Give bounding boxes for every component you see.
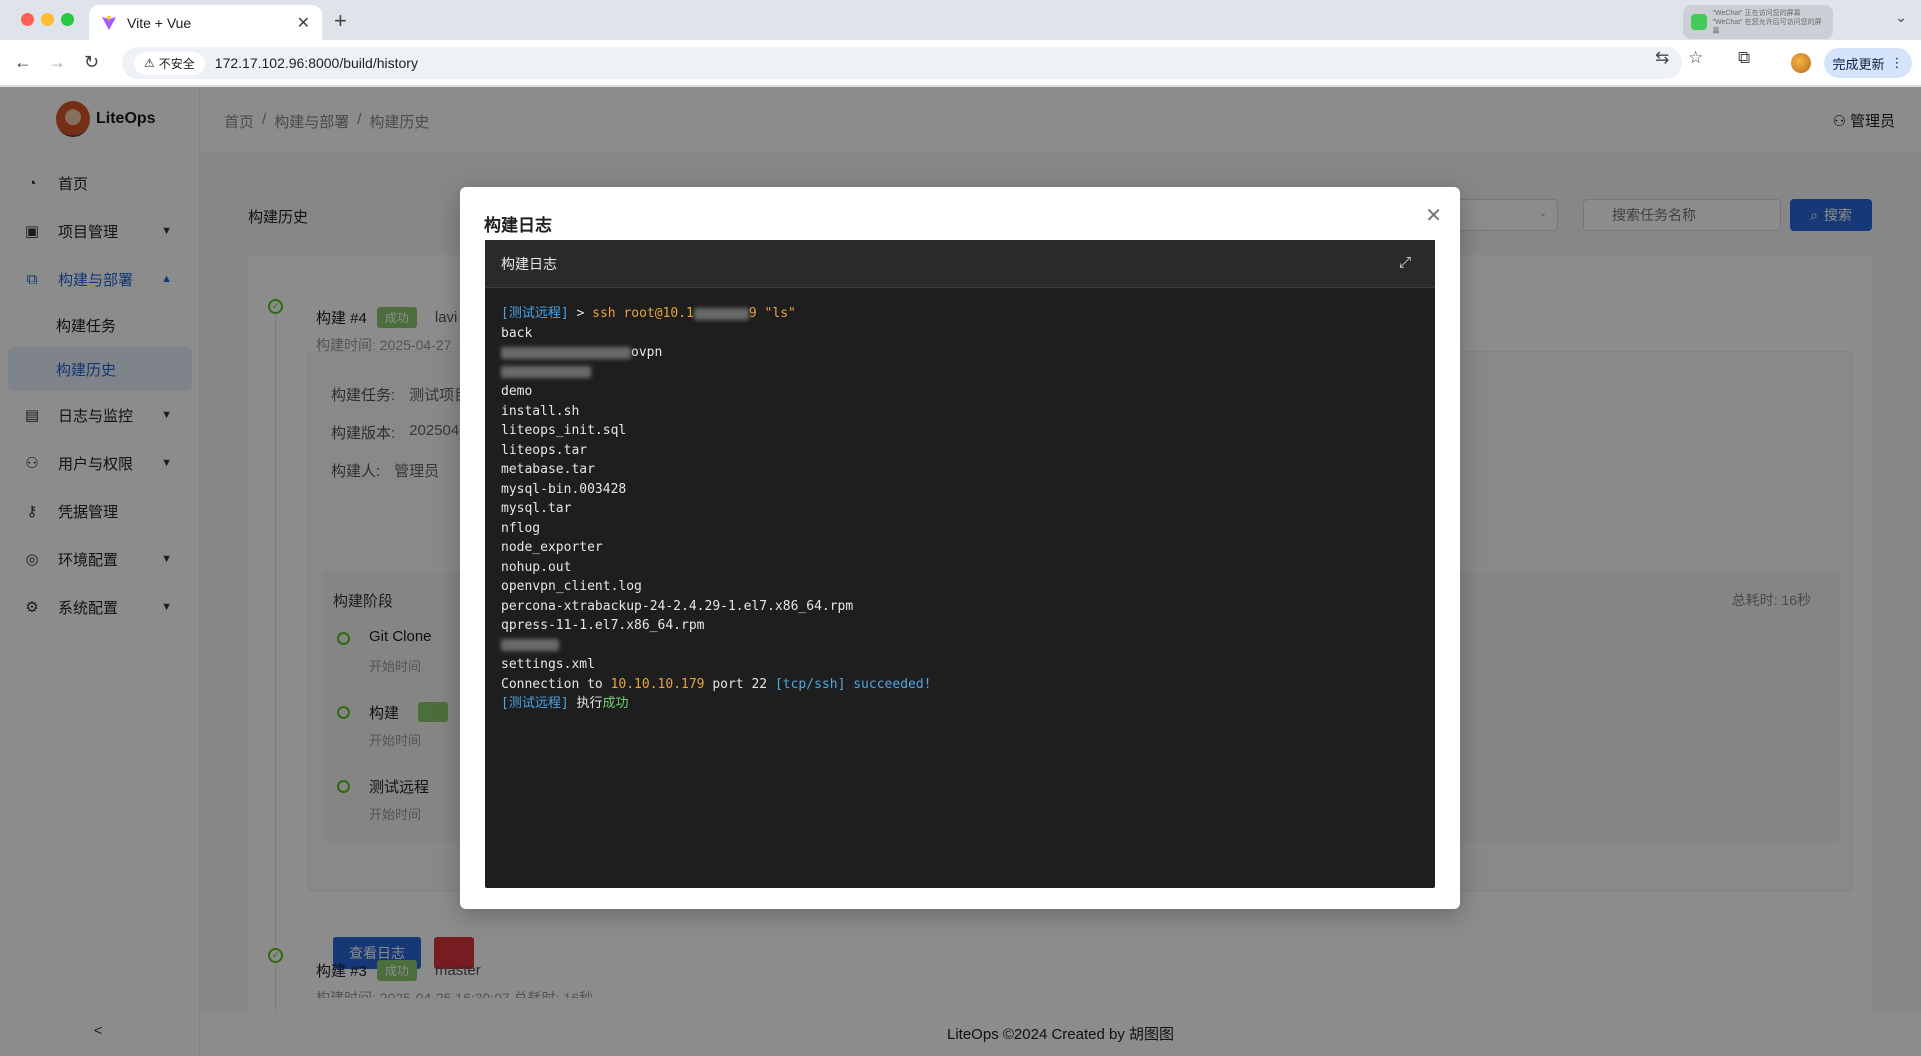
url-text: 172.17.102.96:8000/build/history (214, 55, 418, 71)
log-line: ovpn (501, 343, 1419, 363)
window-close-button[interactable] (21, 13, 34, 26)
tab-close-icon[interactable]: ✕ (297, 13, 310, 33)
log-line: openvpn_client.log (501, 579, 642, 594)
kebab-menu-icon: ⋮ (1890, 55, 1904, 70)
fullscreen-icon[interactable]: ⤢ (1399, 254, 1411, 271)
browser-tab-bar: Vite + Vue ✕ + "WeChat" 正在访问您的屏幕 "WeChat… (0, 0, 1921, 40)
terminal-header: 构建日志 ⤢ (485, 240, 1435, 288)
log-line: [测试远程] 执行成功 (501, 696, 629, 711)
log-line: back (501, 325, 533, 341)
bookmark-star-icon[interactable]: ☆ (1688, 48, 1703, 68)
reload-icon[interactable]: ↻ (84, 52, 99, 73)
log-line: nflog (501, 520, 541, 536)
redacted-text (501, 346, 631, 359)
url-field[interactable]: ⚠ 不安全 172.17.102.96:8000/build/history (122, 47, 1682, 79)
log-line: install.sh (501, 403, 580, 419)
log-line: node_exporter (501, 540, 603, 555)
vite-icon (102, 15, 116, 30)
redacted-text (693, 307, 749, 320)
modal-title: 构建日志 (484, 216, 552, 235)
log-line (501, 636, 1419, 656)
tab-search-chevron-icon[interactable]: ⌄ (1895, 9, 1907, 26)
warning-icon: ⚠ (144, 56, 155, 70)
address-bar: ← → ↻ ⚠ 不安全 172.17.102.96:8000/build/his… (0, 40, 1921, 86)
redacted-text (501, 366, 591, 378)
browser-tab[interactable]: Vite + Vue ✕ (89, 5, 322, 40)
forward-icon[interactable]: → (48, 52, 66, 73)
log-line: liteops.tar (501, 442, 588, 458)
build-log-modal: 构建日志 ✕ 构建日志 ⤢ [测试远程] > ssh root@10.1 9 "l… (460, 187, 1460, 909)
log-line: metabase.tar (501, 462, 595, 477)
log-line: demo (501, 384, 533, 399)
wechat-notification[interactable]: "WeChat" 正在访问您的屏幕 "WeChat" 在您允许后可访问您的屏幕 (1683, 5, 1833, 39)
new-tab-button[interactable]: + (334, 8, 347, 34)
notification-line-2: "WeChat" 在您允许后可访问您的屏幕 (1712, 18, 1822, 35)
terminal-title: 构建日志 (501, 255, 557, 272)
window-minimize-button[interactable] (41, 13, 54, 26)
log-line: mysql.tar (501, 501, 572, 516)
log-line: Connection to 10.10.10.179 port 22 [tcp/… (501, 676, 932, 692)
translate-icon[interactable]: ⇆ (1655, 48, 1669, 68)
log-line (501, 363, 1419, 383)
notification-line-1: "WeChat" 正在访问您的屏幕 (1712, 9, 1801, 17)
profile-avatar[interactable] (1791, 53, 1811, 73)
log-line: nohup.out (501, 559, 572, 575)
close-icon[interactable]: ✕ (1425, 203, 1442, 228)
log-line: liteops_init.sql (501, 423, 627, 438)
log-line: settings.xml (501, 657, 595, 672)
log-output: [测试远程] > ssh root@10.1 9 "ls" back ovpn d… (485, 288, 1435, 730)
browser-update-button[interactable]: 完成更新 ⋮ (1824, 48, 1912, 78)
back-icon[interactable]: ← (14, 52, 32, 73)
log-line: mysql-bin.003428 (501, 481, 627, 497)
log-terminal: 构建日志 ⤢ [测试远程] > ssh root@10.1 9 "ls" back… (485, 240, 1435, 888)
security-indicator[interactable]: ⚠ 不安全 (134, 51, 205, 75)
redacted-text (501, 639, 559, 651)
log-line: [测试远程] > ssh root@10.1 9 "ls" (501, 306, 796, 321)
extensions-icon[interactable]: ⧉ (1738, 48, 1750, 68)
window-zoom-button[interactable] (61, 13, 74, 26)
log-line: qpress-11-1.el7.x86_64.rpm (501, 618, 705, 633)
tab-title: Vite + Vue (127, 14, 192, 31)
wechat-icon (1691, 14, 1707, 30)
log-line: percona-xtrabackup-24-2.4.29-1.el7.x86_6… (501, 598, 854, 614)
